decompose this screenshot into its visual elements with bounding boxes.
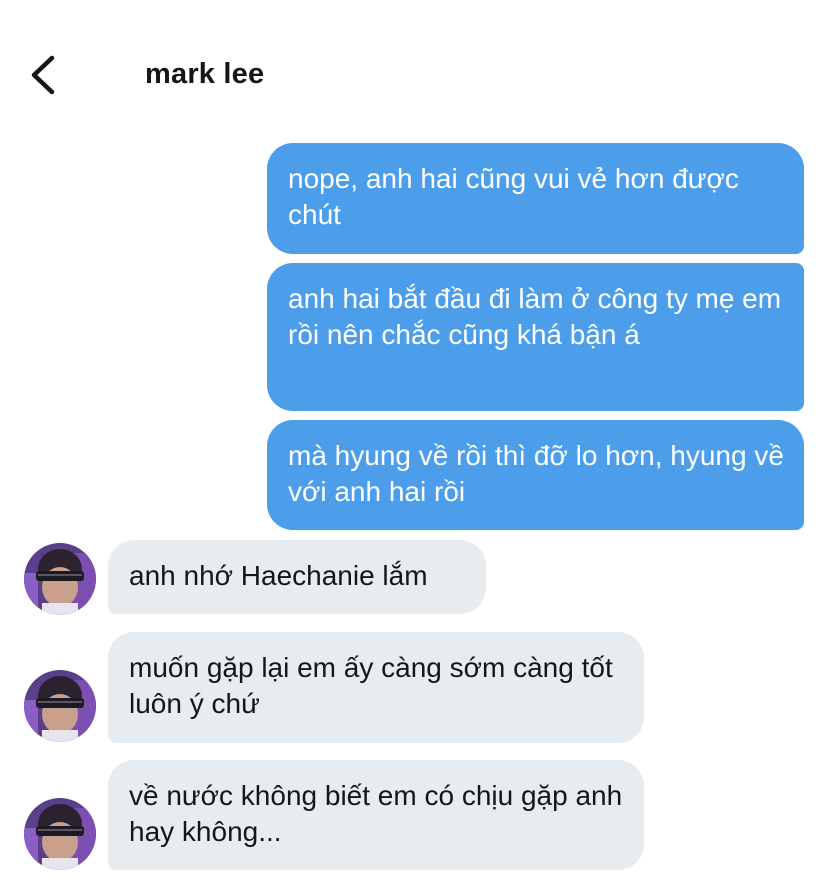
back-button[interactable] [22, 52, 68, 98]
avatar-image [24, 670, 96, 742]
contact-name: mark lee [145, 58, 265, 90]
conversation-header: mark lee [0, 0, 826, 130]
avatar-image [24, 798, 96, 870]
message-bubble-received[interactable]: muốn gặp lại em ấy càng sớm càng tốt luô… [108, 632, 644, 743]
avatar-image [24, 543, 96, 615]
message-bubble-sent[interactable]: nope, anh hai cũng vui vẻ hơn được chút [267, 143, 804, 254]
avatar[interactable] [24, 670, 96, 742]
avatar[interactable] [24, 543, 96, 615]
chevron-left-icon [31, 55, 55, 95]
avatar[interactable] [24, 798, 96, 870]
message-bubble-sent[interactable]: anh hai bắt đầu đi làm ở công ty mẹ em r… [267, 263, 804, 411]
message-bubble-received[interactable]: anh nhớ Haechanie lắm [108, 540, 486, 614]
message-bubble-received[interactable]: về nước không biết em có chịu gặp anh ha… [108, 760, 644, 870]
message-bubble-sent[interactable]: mà hyung về rồi thì đỡ lo hơn, hyung về … [267, 420, 804, 530]
